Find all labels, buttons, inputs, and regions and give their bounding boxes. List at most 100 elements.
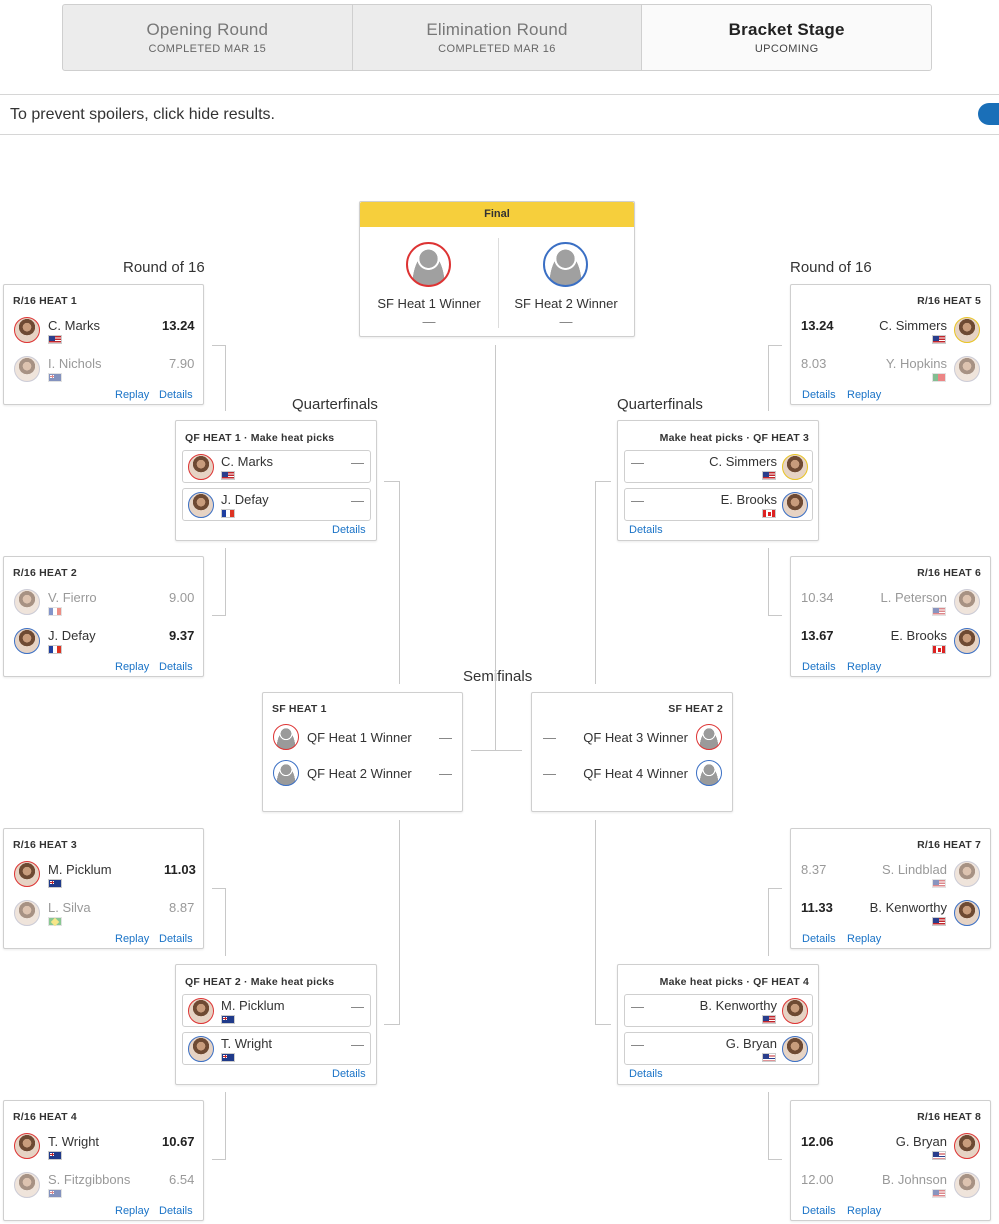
r16-heat-card: R/16 HEAT 6 10.34 L. Peterson 13.67 E. B…	[790, 556, 991, 677]
replay-link[interactable]: Replay	[115, 661, 149, 673]
athlete-avatar	[14, 589, 40, 615]
details-link[interactable]: Details	[629, 524, 663, 536]
qf-athlete-slot[interactable]: — B. Kenworthy	[624, 994, 813, 1027]
replay-link[interactable]: Replay	[115, 933, 149, 945]
athlete-name: B. Kenworthy	[869, 900, 947, 915]
qf-heat-card: QF HEAT 2 · Make heat picks M. Picklum —…	[175, 964, 377, 1085]
tab-opening-round[interactable]: Opening Round COMPLETED MAR 15	[63, 5, 353, 70]
replay-link[interactable]: Replay	[115, 389, 149, 401]
athlete-name: V. Fierro	[48, 590, 97, 605]
qf-athlete-slot[interactable]: C. Marks —	[182, 450, 371, 483]
details-link[interactable]: Details	[159, 1205, 193, 1217]
flag-fra-icon	[48, 645, 62, 654]
flag-por-icon	[932, 373, 946, 382]
athlete-score: 8.03	[801, 356, 827, 371]
heat-title: QF HEAT 2 · Make heat picks	[185, 976, 335, 988]
details-link[interactable]: Details	[159, 389, 193, 401]
qf-athlete-slot[interactable]: T. Wright —	[182, 1032, 371, 1065]
avatar-placeholder	[696, 724, 722, 750]
r16-heat-card: R/16 HEAT 4 T. Wright 10.67 S. Fitzgibbo…	[3, 1100, 204, 1221]
round-title-sf: Semifinals	[463, 668, 533, 685]
final-title: Final	[360, 202, 634, 227]
qf-athlete-slot[interactable]: J. Defay —	[182, 488, 371, 521]
flag-aus-icon	[48, 879, 62, 888]
tab-elimination-round[interactable]: Elimination Round COMPLETED MAR 16	[353, 5, 643, 70]
qf-heat-card: Make heat picks · QF HEAT 3 — C. Simmers…	[617, 420, 819, 541]
flag-bra-icon	[48, 917, 62, 926]
qf-athlete-slot[interactable]: — E. Brooks	[624, 488, 813, 521]
qf-athlete-slot[interactable]: M. Picklum —	[182, 994, 371, 1027]
athlete-avatar	[14, 317, 40, 343]
athlete-name: QF Heat 1 Winner	[307, 730, 412, 745]
athlete-score: 10.67	[162, 1134, 195, 1149]
heat-title: R/16 HEAT 8	[917, 1111, 981, 1123]
replay-link[interactable]: Replay	[847, 661, 881, 673]
athlete-avatar	[954, 317, 980, 343]
tab-name: Elimination Round	[426, 20, 568, 39]
details-link[interactable]: Details	[159, 933, 193, 945]
athlete-avatar	[14, 861, 40, 887]
athlete-score: —	[439, 730, 452, 745]
athlete-name: G. Bryan	[725, 1036, 777, 1051]
qf-athlete-slot[interactable]: — C. Simmers	[624, 450, 813, 483]
qf-heat-card: Make heat picks · QF HEAT 4 — B. Kenwort…	[617, 964, 819, 1085]
hide-results-toggle[interactable]	[978, 103, 999, 125]
flag-fra-icon	[221, 509, 235, 518]
avatar-placeholder	[696, 760, 722, 786]
heat-title: R/16 HEAT 3	[13, 839, 77, 851]
athlete-name: J. Defay	[48, 628, 96, 643]
athlete-score: 13.67	[801, 628, 834, 643]
athlete-name: C. Marks	[48, 318, 100, 333]
tab-name: Bracket Stage	[728, 20, 845, 39]
replay-link[interactable]: Replay	[847, 1205, 881, 1217]
qf-athlete-slot[interactable]: — G. Bryan	[624, 1032, 813, 1065]
details-link[interactable]: Details	[802, 933, 836, 945]
flag-can-icon	[932, 645, 946, 654]
details-link[interactable]: Details	[332, 1068, 366, 1080]
replay-link[interactable]: Replay	[115, 1205, 149, 1217]
athlete-avatar	[188, 454, 214, 480]
avatar-placeholder	[406, 242, 451, 287]
athlete-name: M. Picklum	[221, 998, 285, 1013]
flag-usa-icon	[932, 1189, 946, 1198]
details-link[interactable]: Details	[332, 524, 366, 536]
replay-link[interactable]: Replay	[847, 933, 881, 945]
athlete-name: L. Silva	[48, 900, 91, 915]
sf-heat-card: SF HEAT 1 QF Heat 1 Winner — QF Heat 2 W…	[262, 692, 463, 812]
r16-heat-card: R/16 HEAT 2 V. Fierro 9.00 J. Defay 9.37…	[3, 556, 204, 677]
athlete-score: 7.90	[169, 356, 195, 371]
spoiler-bar: To prevent spoilers, click hide results.	[0, 94, 999, 135]
athlete-score: 11.33	[801, 900, 833, 915]
stage-tabs: Opening Round COMPLETED MAR 15 Eliminati…	[62, 4, 932, 71]
final-slot-score: —	[422, 314, 436, 329]
athlete-name: T. Wright	[48, 1134, 100, 1149]
athlete-name: QF Heat 2 Winner	[307, 766, 412, 781]
athlete-name: E. Brooks	[890, 628, 947, 643]
flag-fra-icon	[48, 607, 62, 616]
avatar-placeholder	[273, 760, 299, 786]
athlete-avatar	[782, 998, 808, 1024]
round-title-qf-left: Quarterfinals	[292, 396, 378, 413]
details-link[interactable]: Details	[629, 1068, 663, 1080]
athlete-score: —	[631, 493, 644, 508]
details-link[interactable]: Details	[802, 1205, 836, 1217]
tab-status: COMPLETED MAR 16	[438, 43, 556, 55]
details-link[interactable]: Details	[802, 661, 836, 673]
athlete-avatar	[954, 900, 980, 926]
replay-link[interactable]: Replay	[847, 389, 881, 401]
details-link[interactable]: Details	[159, 661, 193, 673]
flag-usa-icon	[762, 471, 776, 480]
athlete-avatar	[14, 1133, 40, 1159]
athlete-name: I. Nichols	[48, 356, 102, 371]
flag-usa-icon	[932, 335, 946, 344]
final-slot-name: SF Heat 1 Winner	[377, 296, 481, 311]
athlete-name: E. Brooks	[720, 492, 777, 507]
avatar-placeholder	[543, 242, 588, 287]
athlete-name: L. Peterson	[880, 590, 948, 605]
details-link[interactable]: Details	[802, 389, 836, 401]
qf-heat-card: QF HEAT 1 · Make heat picks C. Marks — J…	[175, 420, 377, 541]
tab-bracket-stage[interactable]: Bracket Stage UPCOMING	[642, 5, 931, 70]
athlete-score: 13.24	[801, 318, 834, 333]
athlete-name: C. Marks	[221, 454, 273, 469]
athlete-name: S. Fitzgibbons	[48, 1172, 131, 1187]
